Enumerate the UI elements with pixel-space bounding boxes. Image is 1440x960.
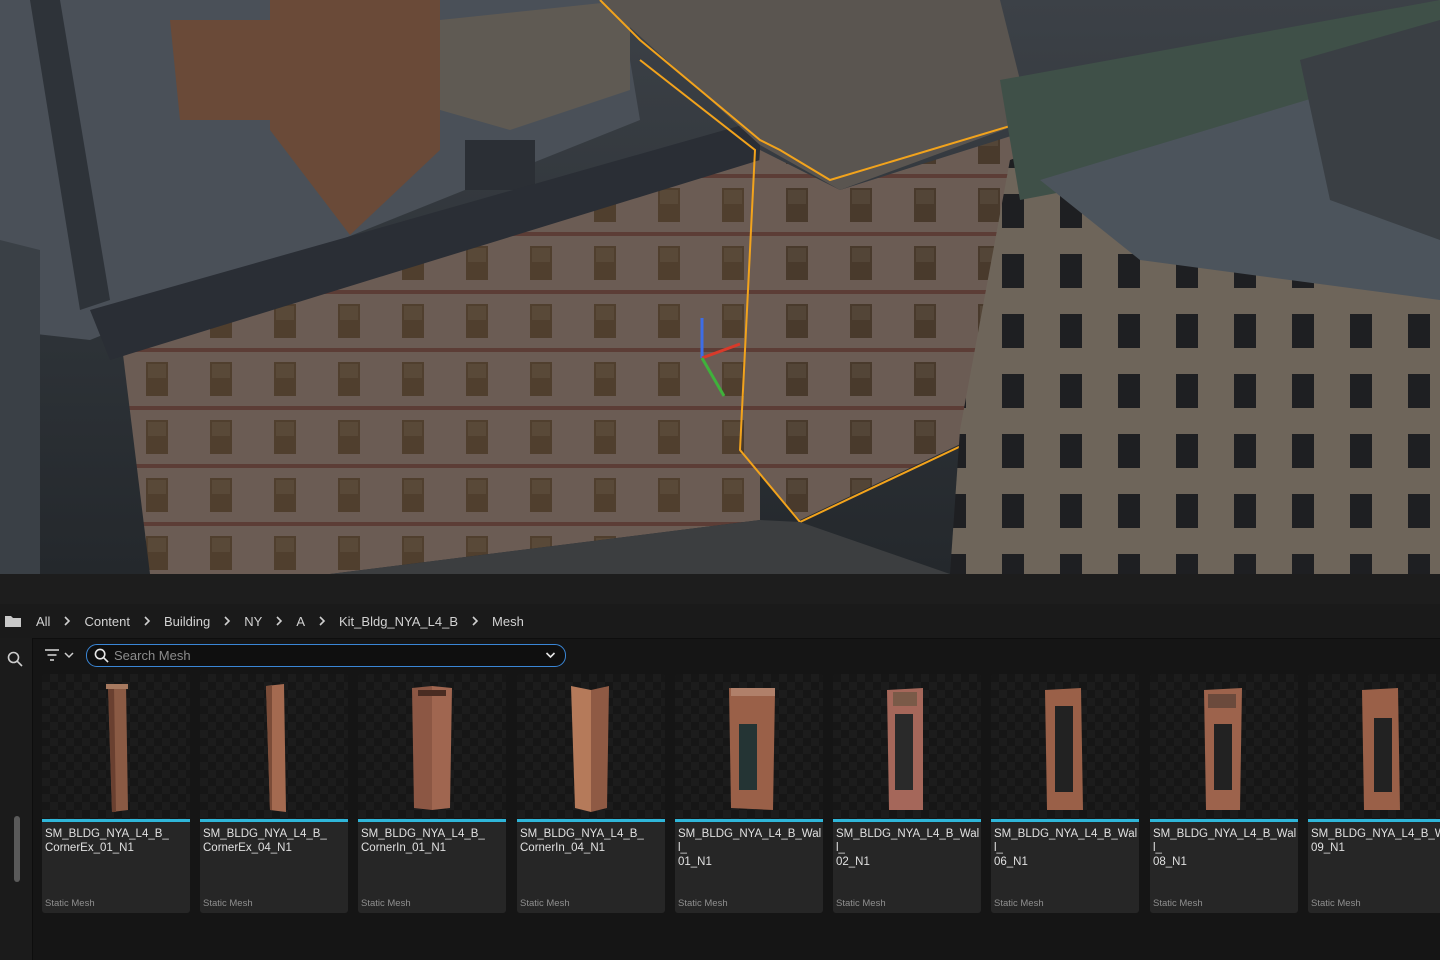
asset-type: Static Mesh <box>203 898 253 909</box>
asset-type-bar <box>42 819 190 822</box>
chevron-down-icon <box>64 652 74 659</box>
asset-name: SM_BLDG_NYA_L4_B_Wa 09_N1 <box>1311 828 1440 854</box>
asset-type: Static Mesh <box>45 898 95 909</box>
mesh-preview <box>412 686 452 810</box>
breadcrumb-a[interactable]: A <box>292 614 309 629</box>
sources-sidebar <box>0 638 33 960</box>
mesh-preview <box>266 684 286 812</box>
mesh-preview <box>1045 688 1083 810</box>
asset-tile[interactable]: SM_BLDG_NYA_L4_B_Wall_ 01_N1 Static Mesh <box>675 674 823 913</box>
asset-type-bar <box>517 819 665 822</box>
asset-type: Static Mesh <box>1311 898 1361 909</box>
mesh-preview <box>106 684 128 812</box>
asset-type-bar <box>991 819 1139 822</box>
breadcrumb-ny[interactable]: NY <box>240 614 266 629</box>
asset-tile[interactable]: SM_BLDG_NYA_L4_B_Wall_ 08_N1 Static Mesh <box>1150 674 1298 913</box>
filter-button[interactable] <box>44 643 78 667</box>
folder-icon[interactable] <box>0 614 26 628</box>
asset-tile[interactable]: SM_BLDG_NYA_L4_B_Wall_ 02_N1 Static Mesh <box>833 674 981 913</box>
asset-type: Static Mesh <box>361 898 411 909</box>
asset-name: SM_BLDG_NYA_L4_B_Wall_ 08_N1 <box>1153 828 1297 868</box>
asset-tile[interactable]: SM_BLDG_NYA_L4_B_Wa 09_N1 Static Mesh <box>1308 674 1440 913</box>
level-viewport[interactable] <box>0 0 1440 574</box>
breadcrumb-all[interactable]: All <box>32 614 54 629</box>
asset-type-bar <box>1308 819 1440 822</box>
asset-type: Static Mesh <box>678 898 728 909</box>
asset-type-bar <box>675 819 823 822</box>
asset-type-bar <box>833 819 981 822</box>
asset-name: SM_BLDG_NYA_L4_B_Wall_ 02_N1 <box>836 828 980 868</box>
asset-grid: SM_BLDG_NYA_L4_B_ CornerEx_01_N1 Static … <box>42 674 1440 914</box>
breadcrumb-mesh[interactable]: Mesh <box>488 614 528 629</box>
panel-tab-strip <box>0 574 1440 605</box>
asset-type: Static Mesh <box>836 898 886 909</box>
asset-tile[interactable]: SM_BLDG_NYA_L4_B_ CornerIn_01_N1 Static … <box>358 674 506 913</box>
chevron-right-icon <box>134 616 160 626</box>
asset-type-bar <box>200 819 348 822</box>
breadcrumb-kit[interactable]: Kit_Bldg_NYA_L4_B <box>335 614 462 629</box>
asset-type: Static Mesh <box>520 898 570 909</box>
asset-toolbar <box>34 638 1440 672</box>
mesh-preview <box>571 686 609 812</box>
breadcrumb-building[interactable]: Building <box>160 614 214 629</box>
search-icon <box>90 648 112 663</box>
mesh-preview <box>887 688 923 810</box>
chevron-right-icon <box>214 616 240 626</box>
asset-name: SM_BLDG_NYA_L4_B_ CornerEx_04_N1 <box>203 828 327 854</box>
asset-type-bar <box>358 819 506 822</box>
search-input[interactable] <box>112 647 539 663</box>
asset-name: SM_BLDG_NYA_L4_B_ CornerIn_04_N1 <box>520 828 644 854</box>
breadcrumb-content[interactable]: Content <box>80 614 134 629</box>
asset-name: SM_BLDG_NYA_L4_B_Wall_ 01_N1 <box>678 828 822 868</box>
chevron-right-icon <box>266 616 292 626</box>
chevron-right-icon <box>462 616 488 626</box>
filter-icon <box>45 649 59 661</box>
chevron-right-icon <box>309 616 335 626</box>
breadcrumb: All Content Building NY A Kit_Bldg_NYA_L… <box>0 604 1440 639</box>
mesh-preview <box>1362 688 1400 810</box>
asset-tile[interactable]: SM_BLDG_NYA_L4_B_ CornerEx_04_N1 Static … <box>200 674 348 913</box>
sidebar-scrollbar[interactable] <box>14 816 20 882</box>
asset-name: SM_BLDG_NYA_L4_B_ CornerIn_01_N1 <box>361 828 485 854</box>
asset-name: SM_BLDG_NYA_L4_B_ CornerEx_01_N1 <box>45 828 169 854</box>
asset-tile[interactable]: SM_BLDG_NYA_L4_B_ CornerIn_04_N1 Static … <box>517 674 665 913</box>
asset-type-bar <box>1150 819 1298 822</box>
asset-name: SM_BLDG_NYA_L4_B_Wall_ 06_N1 <box>994 828 1138 868</box>
search-icon[interactable] <box>0 648 30 670</box>
content-browser: All Content Building NY A Kit_Bldg_NYA_L… <box>0 574 1440 960</box>
chevron-right-icon <box>54 616 80 626</box>
asset-tile[interactable]: SM_BLDG_NYA_L4_B_ CornerEx_01_N1 Static … <box>42 674 190 913</box>
city-scene <box>0 0 1440 574</box>
asset-type: Static Mesh <box>1153 898 1203 909</box>
asset-type: Static Mesh <box>994 898 1044 909</box>
chevron-down-icon[interactable] <box>539 651 561 659</box>
mesh-preview <box>1204 688 1242 810</box>
asset-tile[interactable]: SM_BLDG_NYA_L4_B_Wall_ 06_N1 Static Mesh <box>991 674 1139 913</box>
search-box[interactable] <box>86 643 566 667</box>
mesh-preview <box>729 688 775 810</box>
